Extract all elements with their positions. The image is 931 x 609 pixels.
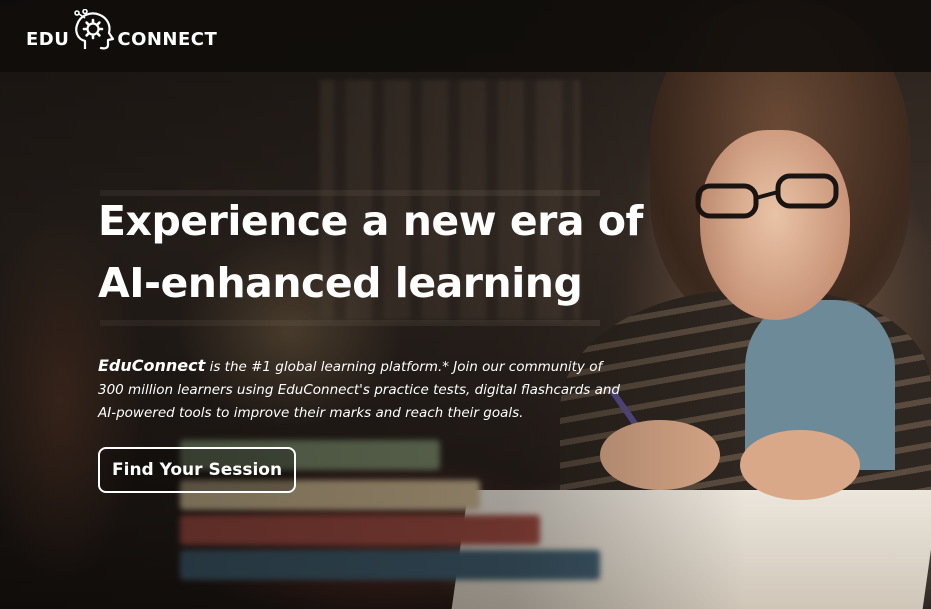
logo-text-left: EDU (26, 28, 70, 50)
logo-text-right: CONNECT (117, 28, 218, 50)
site-header: EDU CONNECT (0, 0, 931, 72)
brand-name: EduConnect (98, 356, 206, 375)
find-session-button[interactable]: Find Your Session (98, 447, 297, 493)
brain-gear-icon (74, 9, 115, 50)
site-logo[interactable]: EDU CONNECT (26, 9, 218, 61)
hero-description: EduConnect is the #1 global learning pla… (98, 354, 628, 425)
hero-headline: Experience a new era of AI-enhanced lear… (98, 197, 643, 307)
hero-content: Experience a new era of AI-enhanced lear… (98, 190, 658, 493)
hero-section: EDU CONNECT Experience a new era of AI-e… (0, 0, 931, 609)
